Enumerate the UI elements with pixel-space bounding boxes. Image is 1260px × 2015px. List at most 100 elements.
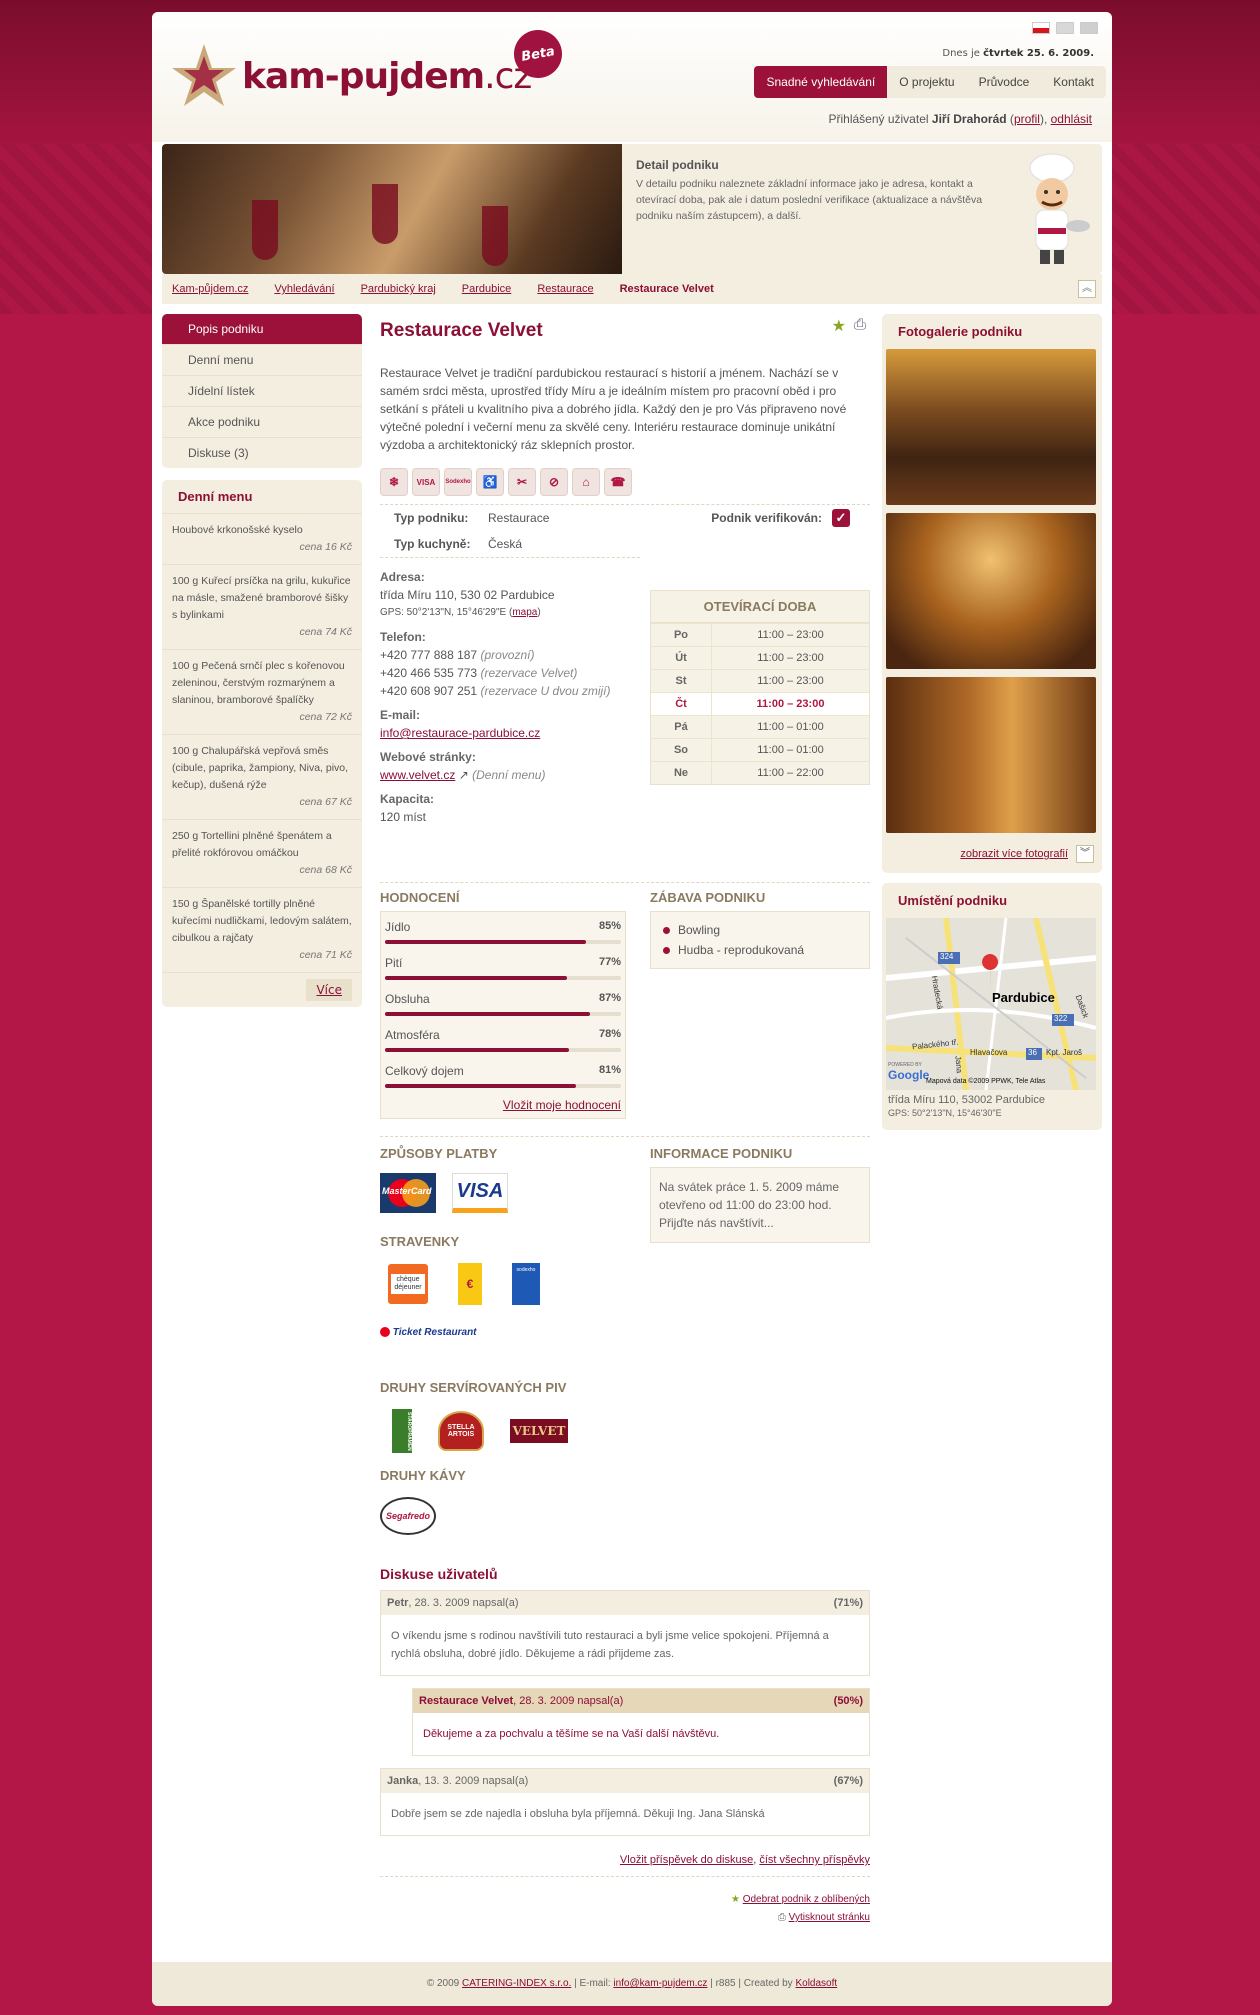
info-banner: Detail podniku V detailu podniku nalezne…: [162, 144, 1102, 274]
read-all-link[interactable]: číst všechny příspěvky: [759, 1854, 870, 1866]
location-gps: GPS: 50°2'13"N, 15°46'30"E: [888, 1108, 1002, 1118]
location-title: Umístění podniku: [898, 893, 1008, 908]
daily-menu-item: 100 g Kuřecí prsíčka na grilu, kukuřice …: [162, 564, 362, 649]
daily-menu-item: 100 g Chalupářská vepřová směs (cibule, …: [162, 734, 362, 819]
collapse-up-icon[interactable]: ︽: [1078, 280, 1096, 298]
discussion-post: Janka, 13. 3. 2009 napsal(a) (67%) Dobře …: [380, 1768, 870, 1836]
verified-label: Podnik verifikován:: [711, 511, 822, 525]
rating-row: Atmosféra 78%: [385, 1024, 621, 1060]
web-link[interactable]: www.velvet.cz: [380, 768, 455, 782]
menu-daily[interactable]: Denní menu: [162, 345, 362, 376]
contact-info: Adresa: třída Míru 110, 530 02 Pardubice…: [380, 557, 640, 826]
rating-row: Jídlo 85%: [385, 916, 621, 952]
visa-icon: VISA: [412, 468, 440, 496]
email-link[interactable]: info@restaurace-pardubice.cz: [380, 726, 540, 740]
czech-flag-icon[interactable]: [1032, 22, 1050, 34]
feature-icons: ❄ VISA Sodexho ♿ ✂ ⊘ ⌂ ☎: [380, 468, 870, 496]
logo-name: kam-pujdem: [242, 55, 485, 97]
nav-guide[interactable]: Průvodce: [967, 66, 1042, 98]
nav-contact[interactable]: Kontakt: [1041, 66, 1106, 98]
rating-bar: [385, 940, 586, 944]
capacity-label: Kapacita:: [380, 792, 435, 806]
gallery-title: Fotogalerie podniku: [898, 324, 1023, 339]
logout-link[interactable]: odhlásit: [1051, 112, 1092, 126]
chef-icon: [1029, 153, 1090, 264]
user-status: Přihlášený uživatel Jiří Drahorád (profi…: [828, 112, 1092, 126]
menu-description[interactable]: Popis podniku: [162, 314, 362, 345]
hours-row: Pá 11:00 – 01:00: [651, 715, 869, 739]
gallery-photo[interactable]: [886, 677, 1096, 833]
rating-row: Obsluha 87%: [385, 988, 621, 1024]
footer-email-link[interactable]: info@kam-pujdem.cz: [613, 1978, 707, 1989]
discussion-post: Petr, 28. 3. 2009 napsal(a) (71%) O víken…: [380, 1590, 870, 1676]
discussion-title: Diskuse uživatelů: [380, 1566, 498, 1582]
venue-info-text: Na svátek práce 1. 5. 2009 máme otevřeno…: [650, 1167, 870, 1243]
expand-down-icon[interactable]: ︾: [1076, 845, 1094, 863]
map-city-label: Pardubice: [992, 990, 1055, 1005]
banner-text: V detailu podniku naleznete základní inf…: [636, 178, 983, 222]
banner-title: Detail podniku: [636, 158, 719, 172]
address-value: třída Míru 110, 530 02 Pardubice: [380, 588, 555, 602]
gps-value: GPS: 50°2'13"N, 15°46'29"E (: [380, 607, 513, 618]
phone-3: +420 608 907 251 (rezervace U dvou zmijí…: [380, 684, 611, 698]
add-post-link[interactable]: Vložit příspěvek do diskuse: [620, 1854, 753, 1866]
profile-link[interactable]: profil: [1014, 112, 1040, 126]
menu-food-list[interactable]: Jídelní lístek: [162, 376, 362, 407]
vouchers: STRAVENKY chèque déjeuner € sodexho Tick…: [380, 1234, 540, 1338]
daily-menu-more-button[interactable]: Více: [306, 979, 352, 1001]
map-link[interactable]: mapa: [512, 607, 537, 618]
breadcrumb-home[interactable]: Kam-půjdem.cz: [172, 283, 248, 295]
map-road-label: 322: [1054, 1014, 1068, 1023]
print-icon[interactable]: ⎙: [854, 316, 866, 336]
map-street-label: Jana: [953, 1055, 964, 1074]
coffee: DRUHY KÁVY Segafredo: [380, 1468, 466, 1535]
venue-description: Restaurace Velvet je tradiční pardubicko…: [380, 366, 847, 452]
page: kam-pujdem.cz Beta Dnes je čtvrtek 25. 6…: [152, 12, 1112, 2006]
footer-company-link[interactable]: CATERING-INDEX s.r.o.: [462, 1978, 571, 1989]
location-map[interactable]: 324 322 36 Hlavačova Palackého tř. Kpt. …: [886, 918, 1096, 1090]
breadcrumb-region[interactable]: Pardubický kraj: [361, 283, 436, 295]
german-flag-icon[interactable]: [1080, 22, 1098, 34]
daily-menu-title: Denní menu: [178, 489, 253, 504]
menu-discussion[interactable]: Diskuse (3): [162, 438, 362, 468]
rating-bar: [385, 976, 567, 980]
print-link[interactable]: Vytisknout stránku: [789, 1912, 870, 1923]
header: kam-pujdem.cz Beta Dnes je čtvrtek 25. 6…: [152, 12, 1112, 142]
segafredo-logo: Segafredo: [380, 1497, 436, 1535]
gallery-photo[interactable]: [886, 513, 1096, 669]
map-road-label: 36: [1028, 1048, 1037, 1057]
remove-favorite-link[interactable]: Odebrat podnik z oblíbených: [743, 1894, 870, 1905]
wheelchair-icon: ♿: [476, 468, 504, 496]
add-rating-link[interactable]: Vložit moje hodnocení: [503, 1098, 621, 1112]
external-link-icon: ↗: [458, 768, 469, 782]
logo[interactable]: kam-pujdem.cz: [170, 42, 532, 110]
rating-bar: [385, 1084, 577, 1088]
nav-easy-search[interactable]: Snadné vyhledávání: [754, 66, 888, 98]
venue-info-title: INFORMACE PODNIKU: [650, 1146, 793, 1161]
more-photos-link[interactable]: zobrazit více fotografií: [960, 848, 1068, 860]
gallery-photo[interactable]: [886, 349, 1096, 505]
breadcrumb-city[interactable]: Pardubice: [462, 283, 512, 295]
tools: ★ ⎙: [832, 316, 866, 336]
language-switcher: [1032, 22, 1098, 34]
breadcrumb-category[interactable]: Restaurace: [537, 283, 593, 295]
air-conditioning-icon: ❄: [380, 468, 408, 496]
web-label: Webové stránky:: [380, 750, 476, 764]
favorite-star-icon[interactable]: ★: [832, 316, 846, 336]
breadcrumb-search[interactable]: Vyhledávání: [274, 283, 334, 295]
rating-bar: [385, 1012, 591, 1016]
map-street-label: Hlavačova: [970, 1048, 1008, 1057]
menu-events[interactable]: Akce podniku: [162, 407, 362, 438]
footer-creator-link[interactable]: Koldasoft: [795, 1978, 837, 1989]
nav-about[interactable]: O projektu: [887, 66, 966, 98]
english-flag-icon[interactable]: [1056, 22, 1074, 34]
discussion-reply: Restaurace Velvet, 28. 3. 2009 napsal(a)…: [412, 1688, 870, 1756]
cuisine-value: Česká: [488, 537, 523, 551]
daily-menu-item: 250 g Tortellini plněné špenátem a přeli…: [162, 819, 362, 887]
address-label: Adresa:: [380, 570, 425, 584]
rating-bar: [385, 1048, 570, 1052]
visa-logo: VISA: [452, 1173, 508, 1213]
rating-row: Pití 77%: [385, 952, 621, 988]
opening-hours-title: OTEVÍRACÍ DOBA: [651, 591, 869, 623]
mastercard-logo: MasterCard: [380, 1173, 436, 1213]
